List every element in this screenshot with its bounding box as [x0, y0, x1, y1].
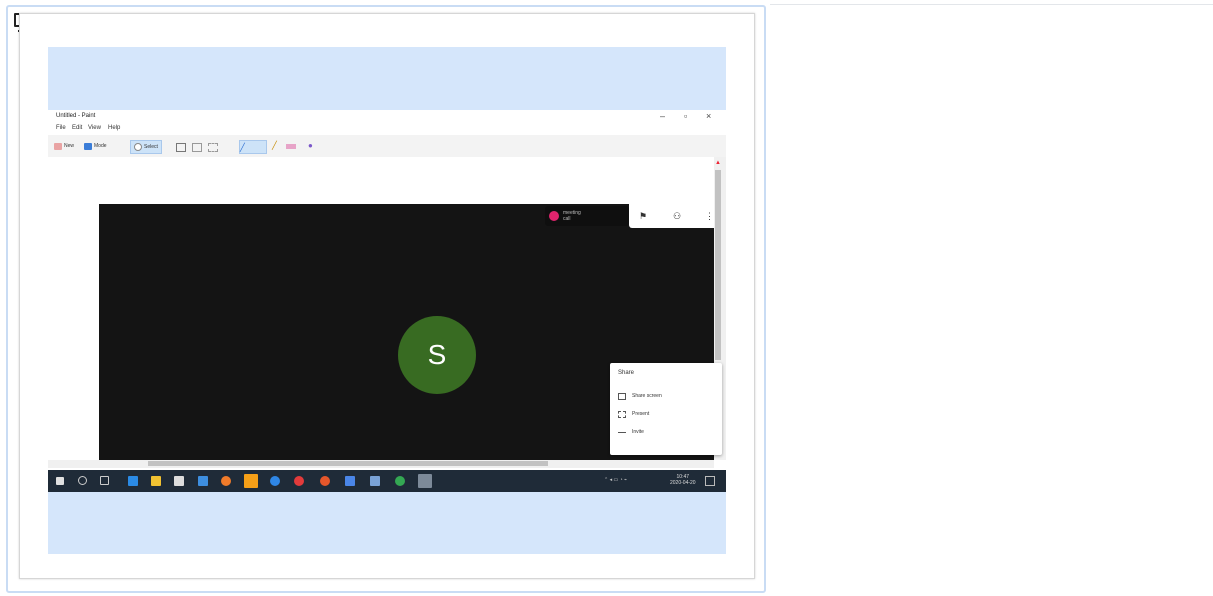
participant-avatar: S: [398, 316, 476, 394]
paint-icon[interactable]: [244, 474, 258, 488]
app4-icon[interactable]: [418, 474, 432, 488]
share-option-invite-label: Invite: [632, 429, 644, 435]
horizontal-scroll-thumb[interactable]: [148, 461, 548, 466]
office-icon[interactable]: [320, 476, 330, 486]
mode-icon: [84, 142, 92, 150]
vertical-scroll-thumb[interactable]: [715, 170, 721, 360]
app3-icon[interactable]: [395, 476, 405, 486]
taskbar-clock[interactable]: 10:47 2020-04-20: [670, 474, 696, 486]
highlighter-icon[interactable]: ╱: [272, 141, 277, 150]
select-icon: [134, 143, 142, 151]
crop-icon[interactable]: [176, 143, 186, 152]
new-label: New: [64, 143, 75, 149]
windows-taskbar: ⌃ ◂ ▭ ◔ ⌁ 10:47 2020-04-20: [48, 470, 726, 492]
select-label: Select: [144, 144, 158, 150]
people-icon[interactable]: ⚇: [673, 211, 681, 222]
minimize-icon[interactable]: –: [660, 111, 665, 121]
brand-logo-icon: [549, 211, 559, 221]
app-icon[interactable]: [345, 476, 355, 486]
store-icon[interactable]: [174, 476, 184, 486]
window-titlebar: Untitled - Paint – ▫ ×: [48, 110, 726, 124]
share-option-present-label: Present: [632, 411, 650, 417]
mode-button[interactable]: Mode: [84, 140, 107, 152]
menu-file[interactable]: File: [56, 125, 66, 131]
screen-icon: [618, 393, 626, 400]
top-divider: [770, 4, 1213, 5]
new-button[interactable]: New: [54, 140, 74, 152]
chrome-icon[interactable]: [270, 476, 280, 486]
brand-line-2: call: [563, 216, 571, 222]
pen-icon: ╱: [240, 142, 245, 152]
resize-icon[interactable]: [192, 143, 202, 152]
rotate-icon[interactable]: [208, 143, 218, 152]
share-menu: Share Share screen Present Invite: [610, 363, 722, 455]
mail-icon[interactable]: [198, 476, 208, 486]
app2-icon[interactable]: [370, 476, 380, 486]
paint-toolbar: New Mode Select ╱ ╱ ●: [48, 135, 726, 158]
scroll-up-icon[interactable]: ▲: [715, 160, 721, 166]
start-icon[interactable]: [56, 477, 64, 485]
menu-help[interactable]: Help: [108, 125, 120, 131]
flag-icon[interactable]: ⚑: [639, 211, 647, 222]
opera-icon[interactable]: [294, 476, 304, 486]
system-tray[interactable]: ⌃ ◂ ▭ ◔ ⌁: [604, 477, 627, 483]
call-controls: ⚑ ⚇ ⋮: [629, 204, 714, 228]
share-option-invite[interactable]: Invite: [618, 429, 718, 435]
clock-date: 2020-04-20: [670, 480, 696, 486]
new-icon: [54, 142, 62, 150]
share-option-screen[interactable]: Share screen: [618, 393, 718, 400]
menu-view[interactable]: View: [88, 125, 101, 131]
embedded-screenshot: Untitled - Paint – ▫ × File Edit View He…: [48, 110, 726, 492]
search-icon[interactable]: [78, 476, 87, 485]
meeting-brand-chip: meeting call: [545, 206, 629, 226]
menu-bar: File Edit View Help: [48, 124, 726, 134]
mode-label: Mode: [94, 143, 107, 149]
eraser-icon[interactable]: [286, 144, 296, 149]
share-option-screen-label: Share screen: [632, 393, 662, 399]
task-view-icon[interactable]: [100, 476, 109, 485]
pen-tool-button[interactable]: ╱: [239, 140, 267, 154]
notification-icon[interactable]: [705, 476, 715, 486]
firefox-icon[interactable]: [221, 476, 231, 486]
color-picker-icon[interactable]: ●: [308, 141, 313, 150]
window-title: Untitled - Paint: [56, 113, 96, 119]
more-icon[interactable]: ⋮: [705, 211, 714, 222]
share-menu-title: Share: [618, 370, 635, 376]
files-icon[interactable]: [151, 476, 161, 486]
close-icon[interactable]: ×: [706, 111, 711, 121]
edge-icon[interactable]: [128, 476, 138, 486]
menu-edit[interactable]: Edit: [72, 125, 82, 131]
present-icon: [618, 411, 626, 418]
maximize-icon[interactable]: ▫: [684, 111, 687, 121]
share-option-present[interactable]: Present: [618, 411, 718, 418]
invite-icon: [618, 432, 626, 434]
select-button[interactable]: Select: [130, 140, 162, 154]
